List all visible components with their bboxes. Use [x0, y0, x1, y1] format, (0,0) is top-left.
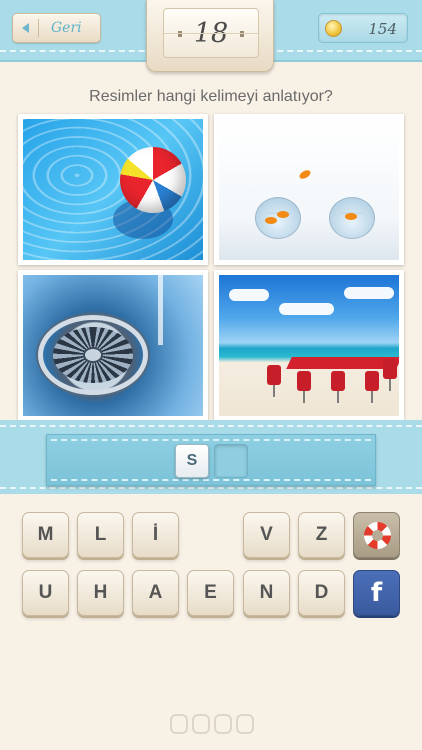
logo-block	[214, 714, 232, 734]
chair-image	[331, 371, 345, 403]
goldfish-image	[298, 168, 312, 181]
coin-count: 154	[368, 20, 397, 38]
chair-image	[365, 371, 379, 403]
goldfish-image	[265, 217, 277, 224]
letter-key-i[interactable]: İ	[132, 512, 179, 558]
letter-key-v[interactable]: V	[243, 512, 290, 558]
water-stream	[158, 275, 163, 345]
logo-block	[192, 714, 210, 734]
answer-slot-1[interactable]: S	[175, 444, 209, 478]
letter-key-h[interactable]: H	[77, 570, 124, 616]
chair-image	[383, 359, 397, 391]
coin-counter[interactable]: 154	[318, 13, 408, 43]
question-text: Resimler hangi kelimeyi anlatıyor?	[89, 88, 333, 105]
chair-image	[297, 371, 311, 403]
help-button[interactable]	[353, 512, 400, 558]
goldfish-image	[345, 213, 357, 220]
facebook-share-button[interactable]: f	[353, 570, 400, 616]
back-arrow-icon	[22, 23, 29, 33]
goldfish-image	[277, 211, 289, 218]
coin-icon	[325, 20, 342, 37]
fishbowl-image	[255, 197, 301, 239]
logo-block	[170, 714, 188, 734]
chair-image	[267, 365, 281, 397]
cloud	[279, 303, 334, 315]
picture-sink-drain[interactable]	[18, 270, 208, 421]
letter-key-z[interactable]: Z	[298, 512, 345, 558]
cloud	[344, 287, 394, 299]
beach-ball-image	[120, 147, 186, 213]
letter-key-l[interactable]: L	[77, 512, 124, 558]
picture-beach-ball[interactable]	[18, 114, 208, 265]
picture-goldfish-bowls[interactable]	[214, 114, 404, 265]
letter-key-a[interactable]: A	[132, 570, 179, 616]
answer-panel	[46, 434, 376, 486]
answer-slot-2[interactable]	[214, 444, 248, 478]
letter-key-u[interactable]: U	[22, 570, 69, 616]
back-button[interactable]: Geri	[12, 13, 101, 43]
lifebuoy-icon	[364, 522, 391, 549]
level-card: 18	[163, 8, 259, 58]
logo-watermark	[170, 714, 254, 734]
back-label: Geri	[51, 20, 82, 36]
cloud	[229, 289, 269, 301]
level-indicator: 18	[146, 0, 274, 72]
divider	[38, 19, 39, 37]
letter-key-e[interactable]: E	[187, 570, 234, 616]
drain-center	[83, 347, 103, 363]
letter-key-n[interactable]: N	[243, 570, 290, 616]
letter-key-d[interactable]: D	[298, 570, 345, 616]
letter-key-m[interactable]: M	[22, 512, 69, 558]
logo-block	[236, 714, 254, 734]
level-number: 18	[193, 18, 229, 49]
picture-beach-table[interactable]	[214, 270, 404, 421]
